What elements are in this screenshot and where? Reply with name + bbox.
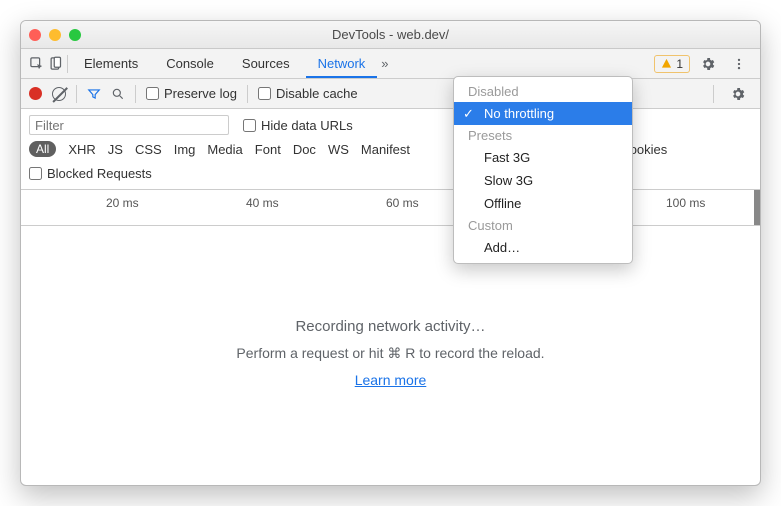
throttling-option-slow-3g[interactable]: Slow 3G <box>454 169 632 192</box>
blocked-requests-input[interactable] <box>29 167 42 180</box>
record-button[interactable] <box>29 87 42 100</box>
timeline-tick: 40 ms <box>246 196 279 210</box>
filter-type-css[interactable]: CSS <box>135 142 162 157</box>
throttling-menu-header-presets: Presets <box>454 125 632 146</box>
devtools-window: DevTools - web.dev/ Elements Console Sou… <box>20 20 761 486</box>
filter-type-xhr[interactable]: XHR <box>68 142 95 157</box>
minimize-traffic-light[interactable] <box>49 29 61 41</box>
hide-data-urls-input[interactable] <box>243 119 256 132</box>
divider <box>247 85 248 103</box>
tab-elements[interactable]: Elements <box>72 49 150 78</box>
empty-state: Recording network activity… Perform a re… <box>21 221 760 485</box>
filter-type-all[interactable]: All <box>29 141 56 157</box>
empty-line2: Perform a request or hit ⌘ R to record t… <box>236 345 544 362</box>
filter-bar: Hide data URLs All XHR JS CSS Img Media … <box>21 109 760 190</box>
timeline-tick: 20 ms <box>106 196 139 210</box>
settings-gear-icon[interactable] <box>694 56 722 72</box>
preserve-log-checkbox[interactable]: Preserve log <box>146 86 237 101</box>
blocked-requests-checkbox[interactable]: Blocked Requests <box>29 166 152 181</box>
filter-input[interactable] <box>29 115 229 135</box>
throttling-option-no-throttling[interactable]: No throttling <box>454 102 632 125</box>
preserve-log-input[interactable] <box>146 87 159 100</box>
divider <box>135 85 136 103</box>
window-title: DevTools - web.dev/ <box>21 27 760 42</box>
throttling-option-offline[interactable]: Offline <box>454 192 632 215</box>
warnings-badge[interactable]: 1 <box>654 55 690 73</box>
empty-line1: Recording network activity… <box>295 318 485 335</box>
hide-data-urls-checkbox[interactable]: Hide data URLs <box>243 118 353 133</box>
timeline-handle[interactable] <box>754 190 760 225</box>
inspect-icon[interactable] <box>29 56 44 71</box>
clear-button[interactable] <box>52 87 66 101</box>
filter-type-font[interactable]: Font <box>255 142 281 157</box>
filter-type-manifest[interactable]: Manifest <box>361 142 421 157</box>
tab-sources[interactable]: Sources <box>230 49 302 78</box>
close-traffic-light[interactable] <box>29 29 41 41</box>
filter-type-doc[interactable]: Doc <box>293 142 316 157</box>
more-tabs-icon[interactable]: » <box>381 56 388 71</box>
network-settings-gear-icon[interactable] <box>724 86 752 102</box>
device-toggle-icon[interactable] <box>48 56 63 71</box>
tab-network[interactable]: Network <box>306 49 378 78</box>
hide-data-urls-label: Hide data URLs <box>261 118 353 133</box>
timeline-tick: 100 ms <box>666 196 705 210</box>
preserve-log-label: Preserve log <box>164 86 237 101</box>
throttling-menu: Disabled No throttling Presets Fast 3G S… <box>453 76 633 264</box>
filter-type-ws[interactable]: WS <box>328 142 349 157</box>
divider <box>713 85 714 103</box>
filter-toggle-icon[interactable] <box>87 87 101 101</box>
throttling-menu-header-custom: Custom <box>454 215 632 236</box>
timeline-tick: 60 ms <box>386 196 419 210</box>
divider <box>76 85 77 103</box>
filter-type-media[interactable]: Media <box>207 142 242 157</box>
search-icon[interactable] <box>111 87 125 101</box>
filter-type-img[interactable]: Img <box>174 142 196 157</box>
network-toolbar: Preserve log Disable cache <box>21 79 760 109</box>
throttling-option-add[interactable]: Add… <box>454 236 632 259</box>
throttling-option-fast-3g[interactable]: Fast 3G <box>454 146 632 169</box>
titlebar: DevTools - web.dev/ <box>21 21 760 49</box>
filter-type-js[interactable]: JS <box>108 142 123 157</box>
blocked-requests-label: Blocked Requests <box>47 166 152 181</box>
divider <box>67 55 68 73</box>
zoom-traffic-light[interactable] <box>69 29 81 41</box>
disable-cache-label: Disable cache <box>276 86 358 101</box>
kebab-menu-icon[interactable] <box>726 57 752 71</box>
disable-cache-checkbox[interactable]: Disable cache <box>258 86 358 101</box>
traffic-lights <box>29 29 81 41</box>
panel-tab-bar: Elements Console Sources Network » 1 <box>21 49 760 79</box>
warnings-count: 1 <box>676 57 683 71</box>
throttling-menu-header-disabled: Disabled <box>454 81 632 102</box>
tab-console[interactable]: Console <box>154 49 226 78</box>
learn-more-link[interactable]: Learn more <box>355 372 427 388</box>
disable-cache-input[interactable] <box>258 87 271 100</box>
